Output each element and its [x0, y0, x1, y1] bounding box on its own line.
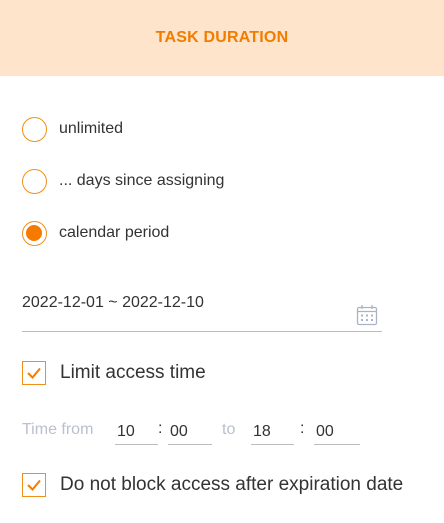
radio-label-unlimited: unlimited — [59, 120, 124, 137]
time-from-hour-input[interactable] — [115, 418, 158, 445]
no-block-row[interactable]: Do not block access after expiration dat… — [22, 472, 403, 498]
time-range-row: Time from : to : — [22, 418, 422, 446]
radio-label-days-since-assigning: ... days since assigning — [59, 172, 225, 189]
time-from-minute-input[interactable] — [168, 418, 212, 445]
radio-days-since-assigning[interactable] — [22, 168, 47, 194]
limit-access-checkbox[interactable] — [22, 361, 46, 385]
limit-access-row[interactable]: Limit access time — [22, 360, 206, 386]
checkmark-icon — [27, 367, 41, 379]
time-to-hour-input[interactable] — [251, 418, 294, 445]
radio-option-calendar-period[interactable]: calendar period — [22, 220, 169, 246]
radio-calendar-period[interactable] — [22, 220, 47, 246]
header-bar: TASK DURATION — [0, 0, 444, 76]
radio-unlimited[interactable] — [22, 116, 47, 142]
time-from-label: Time from — [22, 421, 94, 438]
time-to-minute-input[interactable] — [314, 418, 360, 445]
time-from-separator: : — [158, 420, 163, 437]
header-title: TASK DURATION — [155, 29, 289, 46]
no-block-checkbox[interactable] — [22, 473, 46, 497]
checkmark-icon — [27, 479, 41, 491]
radio-label-calendar-period: calendar period — [59, 224, 170, 241]
date-range-field[interactable]: 2022-12-01 ~ 2022-12-10 — [22, 290, 382, 332]
no-block-label: Do not block access after expiration dat… — [60, 474, 404, 495]
calendar-icon[interactable] — [356, 304, 378, 326]
radio-option-unlimited[interactable]: unlimited — [22, 116, 123, 142]
time-to-label: to — [222, 421, 236, 438]
radio-option-days-since-assigning[interactable]: ... days since assigning — [22, 168, 224, 194]
time-to-separator: : — [300, 420, 305, 437]
limit-access-label: Limit access time — [60, 362, 206, 383]
date-range-value: 2022-12-01 ~ 2022-12-10 — [22, 294, 204, 311]
